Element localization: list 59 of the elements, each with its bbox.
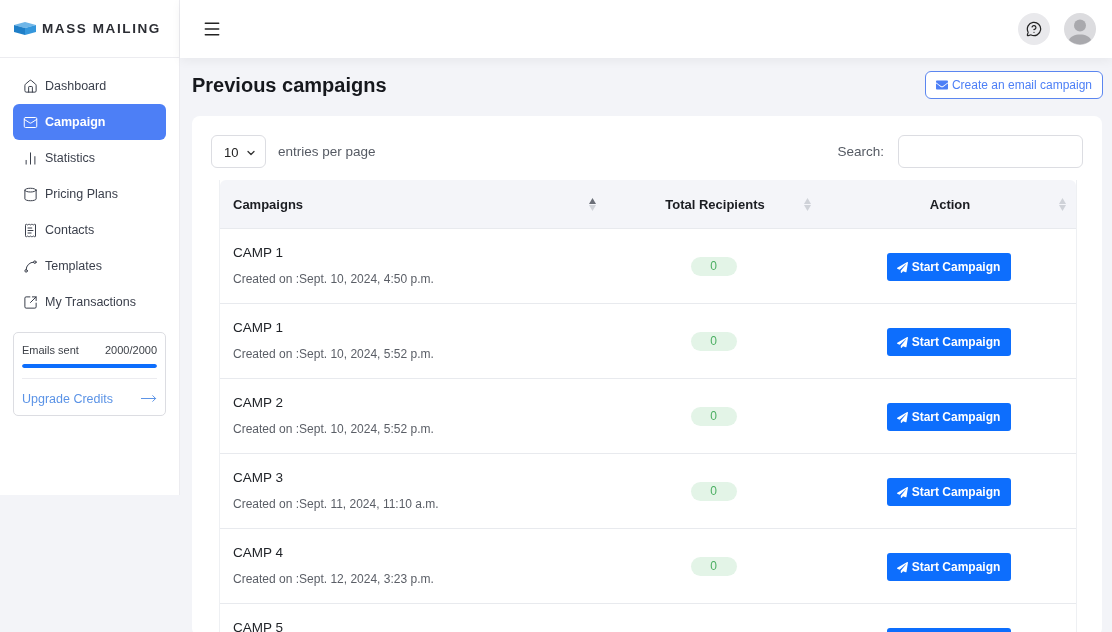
recipients-count: 0	[690, 331, 737, 351]
campaign-name: CAMP 1	[233, 320, 284, 336]
logo-text: MASS MAILING	[42, 21, 161, 36]
nav-item[interactable]: Campaign	[13, 104, 166, 140]
sort-icon[interactable]	[589, 198, 596, 211]
campaign-name: CAMP 5	[233, 620, 284, 632]
cylinder-icon	[23, 186, 38, 202]
start-campaign-button[interactable]: Start Campaign	[886, 478, 1011, 506]
campaign-name: CAMP 2	[233, 395, 284, 411]
menu-icon[interactable]	[202, 19, 222, 39]
page-size-select[interactable]: 10	[211, 135, 266, 168]
bar-chart-icon	[23, 150, 38, 166]
avatar-icon[interactable]	[1064, 13, 1096, 45]
nav-item[interactable]: Templates	[13, 248, 166, 284]
start-campaign-button[interactable]: Start Campaign	[886, 553, 1011, 581]
create-campaign-button[interactable]: Create an email campaign	[924, 71, 1103, 99]
credits-label: Emails sent	[22, 344, 79, 356]
column-header[interactable]: Action	[929, 196, 971, 212]
start-campaign-button[interactable]: Start Campaign	[886, 253, 1011, 281]
square-arrow-icon	[23, 294, 38, 310]
start-campaign-button[interactable]: Start Campaign	[886, 328, 1011, 356]
created-date: Created on :Sept. 12, 2024, 3:23 p.m.	[233, 572, 434, 586]
start-campaign-button[interactable]: Start Campaign	[886, 403, 1011, 431]
search-label: Search:	[837, 144, 884, 159]
created-date: Created on :Sept. 10, 2024, 5:52 p.m.	[233, 347, 434, 361]
receipt-icon	[23, 222, 38, 238]
envelope-icon	[23, 114, 38, 130]
created-date: Created on :Sept. 10, 2024, 5:52 p.m.	[233, 422, 434, 436]
help-icon	[1026, 21, 1042, 37]
paper-plane-icon	[896, 486, 908, 498]
campaign-name: CAMP 3	[233, 470, 284, 486]
logo-icon	[14, 22, 36, 35]
search-field[interactable]	[898, 135, 1083, 168]
paper-plane-icon	[896, 411, 908, 423]
nav-item[interactable]: Dashboard	[13, 68, 166, 104]
nav-item[interactable]: Pricing Plans	[13, 176, 166, 212]
paper-plane-icon	[896, 261, 908, 273]
recipients-count: 0	[690, 256, 737, 276]
column-header[interactable]: Campaigns	[233, 196, 304, 212]
envelope-icon	[935, 79, 948, 91]
recipients-count: 0	[690, 406, 737, 426]
curve-icon	[23, 258, 38, 274]
paper-plane-icon	[896, 336, 908, 348]
house-icon	[23, 78, 38, 94]
campaign-name: CAMP 4	[233, 545, 284, 561]
column-header[interactable]: Total Recipients	[665, 196, 765, 212]
created-date: Created on :Sept. 10, 2024, 4:50 p.m.	[233, 272, 434, 286]
credits-count: 2000/2000	[105, 344, 157, 356]
nav-item[interactable]: Statistics	[13, 140, 166, 176]
page-size-label: entries per page	[278, 144, 376, 159]
help-button[interactable]	[1018, 13, 1050, 45]
nav-item[interactable]: My Transactions	[13, 284, 166, 320]
campaign-name: CAMP 1	[233, 245, 284, 261]
page-title: Previous campaigns	[192, 73, 387, 97]
recipients-count: 0	[690, 556, 737, 576]
nav-item[interactable]: Contacts	[13, 212, 166, 248]
paper-plane-icon	[896, 561, 908, 573]
created-date: Created on :Sept. 11, 2024, 11:10 a.m.	[233, 497, 439, 511]
recipients-count: 0	[690, 481, 737, 501]
